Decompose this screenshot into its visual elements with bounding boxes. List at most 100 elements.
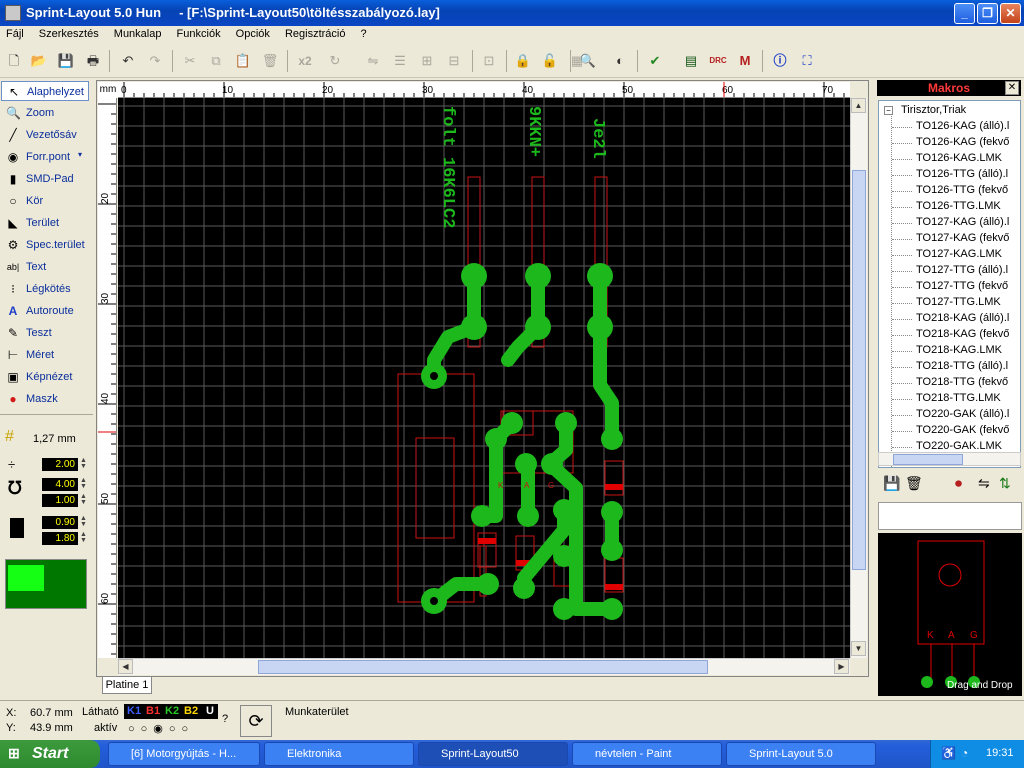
tree-hscrollbar[interactable] [878,452,1021,466]
macro-item[interactable]: TO127-KAG.LMK [916,248,1002,260]
macro-item[interactable]: TO218-KAG.LMK [916,344,1002,356]
macro-item[interactable]: TO220-GAK (fekvő [916,424,1009,436]
macro-item[interactable]: TO218-TTG (fekvő [916,376,1008,388]
rotate-icon[interactable]: ↻ [325,51,345,71]
scroll-thumb[interactable] [258,660,708,674]
scroll-thumb[interactable] [893,454,963,465]
tool-measure[interactable]: ⊢ Méret [1,345,89,365]
horizontal-scrollbar[interactable]: ◀ ▶ [118,658,850,675]
redo-icon[interactable]: ↷ [145,51,165,71]
scroll-down-button[interactable]: ▼ [851,641,866,656]
align-icon[interactable]: ☰ [390,51,410,71]
smd-width-spinner[interactable]: ▲ ▼ [80,515,87,529]
macro-item[interactable]: TO126-KAG.LMK [916,152,1002,164]
tab-platine-1[interactable]: Platine 1 [102,677,152,694]
grid-icon[interactable]: # [5,428,23,446]
mirror-icon[interactable]: ⇋ [978,475,990,492]
tool-airwire[interactable]: ⁝ Légkötés [1,279,89,299]
macros-close-button[interactable]: ✕ [1005,81,1019,95]
macro-tree[interactable]: − Tirisztor,Triak TO126-KAG (álló).l TO12… [878,100,1021,468]
tool-pad[interactable]: ◉ Forr.pont ▾ [1,147,89,167]
close-button[interactable]: ✕ [1000,3,1021,24]
menu-registration[interactable]: Regisztráció [279,26,352,40]
group-icon[interactable]: ⊞ [417,51,437,71]
pcb-canvas[interactable]: folt 16K6LC2 9KKN+ Je2l K A G [118,98,850,658]
tool-text[interactable]: ab| Text [1,257,89,277]
chevron-down-icon[interactable]: ▾ [78,150,82,159]
scroll-left-button[interactable]: ◀ [118,659,133,674]
menu-edit[interactable]: Szerkesztés [33,26,105,40]
layer-u[interactable]: U [206,704,214,719]
macro-item[interactable]: TO218-TTG (álló).l [916,360,1008,372]
menu-help[interactable]: ? [355,26,373,40]
active-layer-radios[interactable]: ○○◉○○ [128,722,194,735]
delete-icon[interactable]: 🗑 [905,475,923,492]
macro-item[interactable]: TO126-TTG.LMK [916,200,1001,212]
drc-icon[interactable]: DRC [708,51,728,71]
tool-autoroute[interactable]: A Autoroute [1,301,89,321]
menu-file[interactable]: Fájl [0,26,30,40]
macro-item[interactable]: TO126-KAG (álló).l [916,120,1009,132]
smd-height-spinner[interactable]: ▲ ▼ [80,531,87,545]
tool-zoom[interactable]: 🔍 Zoom [1,103,89,123]
tool-mask[interactable]: ● Maszk [1,389,89,409]
save-icon[interactable]: 💾 [56,51,76,71]
tool-test[interactable]: ✎ Teszt [1,323,89,343]
copy-icon[interactable]: ⧉ [206,51,226,71]
task-sprint-layout-folder[interactable]: Sprint-Layout50 [418,742,568,766]
start-button[interactable]: ⊞ Start [0,740,100,768]
mirror-icon[interactable]: ⇋ [363,51,383,71]
accessibility-icon[interactable]: ♿ [941,746,956,760]
macro-item[interactable]: TO126-TTG (fekvő [916,184,1008,196]
smd-width-field[interactable]: 0.90 [42,516,78,529]
contrast-icon[interactable]: ◐ [610,51,630,71]
grid-size-label[interactable]: 1,27 mm [33,433,76,445]
track-width-spinner[interactable]: ▲ ▼ [80,457,87,471]
network-icon[interactable]: ◔ [961,746,968,760]
macro-preview[interactable]: K A G Drag and Drop [878,533,1022,696]
tool-circle[interactable]: ○ Kör [1,191,89,211]
macro-item[interactable]: TO127-KAG (fekvő [916,232,1009,244]
lock-icon[interactable]: 🔒 [513,51,533,71]
paste-icon[interactable]: 📋 [233,51,253,71]
delete-icon[interactable]: 🗑 [260,51,280,71]
save-icon[interactable]: 💾 [883,475,900,492]
info-icon[interactable]: ⓘ [770,51,790,71]
macro-item[interactable]: TO126-KAG (fekvő [916,136,1009,148]
macro-item[interactable]: TO127-TTG.LMK [916,296,1001,308]
macro-item[interactable]: TO218-KAG (fekvő [916,328,1009,340]
pad-hole-spinner[interactable]: ▲ ▼ [80,493,87,507]
undo-icon[interactable]: ↶ [118,51,138,71]
pad-outer-field[interactable]: 4.00 [42,478,78,491]
component-icon[interactable]: ⊡ [479,51,499,71]
track-width-field[interactable]: 2.00 [42,458,78,471]
pad-outer-spinner[interactable]: ▲ ▼ [80,477,87,491]
tool-special-area[interactable]: ⚙ Spec.terület [1,235,89,255]
new-icon[interactable]: 🗋 [4,51,24,71]
cut-icon[interactable]: ✂ [180,51,200,71]
menu-options[interactable]: Opciók [230,26,276,40]
macro-item[interactable]: TO220-GAK (álló).l [916,408,1009,420]
pcb-drawing[interactable]: folt 16K6LC2 9KKN+ Je2l K A G [118,98,850,658]
tool-photo-view[interactable]: ▣ Képnézet [1,367,89,387]
zoom-icon[interactable]: 🔍 [578,51,598,71]
unlock-icon[interactable]: 🔓 [540,51,560,71]
autoroute-icon[interactable]: ✔ [645,51,665,71]
tree-root[interactable]: Tirisztor,Triak [901,104,966,116]
macro-item[interactable]: TO220-GAK.LMK [916,440,1002,452]
layer-b2[interactable]: B2 [184,704,198,719]
tool-track[interactable]: ╱ Vezetősáv [1,125,89,145]
tool-smd-pad[interactable]: ▮ SMD-Pad [1,169,89,189]
crop-icon[interactable]: ⛶ [797,51,817,71]
ungroup-icon[interactable]: ⊟ [444,51,464,71]
scroll-up-button[interactable]: ▲ [851,98,866,113]
record-icon[interactable]: ⏺ [955,475,962,492]
task-paint[interactable]: névtelen - Paint [572,742,722,766]
smd-height-field[interactable]: 1.80 [42,532,78,545]
macro-icon[interactable]: M [735,51,755,71]
scroll-thumb[interactable] [852,170,866,570]
macro-item[interactable]: TO218-TTG.LMK [916,392,1001,404]
tool-select[interactable]: ↖ Alaphelyzet [1,81,89,101]
tool-area[interactable]: ◣ Terület [1,213,89,233]
layer-k1[interactable]: K1 [127,704,141,719]
